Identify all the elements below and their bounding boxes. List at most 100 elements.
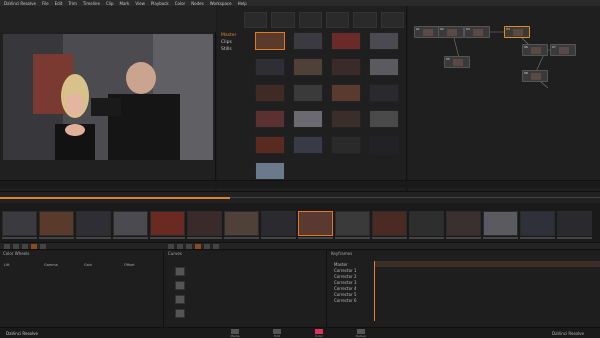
menu-item-2[interactable]: Edit bbox=[55, 1, 63, 6]
keyframe-row-6: Corrector 6 bbox=[334, 298, 357, 303]
media-tab-1[interactable] bbox=[271, 12, 295, 28]
palette-button-2[interactable] bbox=[13, 244, 19, 249]
palette-button-1[interactable] bbox=[4, 244, 10, 249]
media-clip-thumbnail bbox=[255, 32, 285, 50]
menu-item-12[interactable]: Help bbox=[238, 1, 247, 6]
media-tab-3[interactable] bbox=[325, 12, 350, 28]
menu-item-6[interactable]: Mark bbox=[120, 1, 130, 6]
curve-swatch-4[interactable] bbox=[175, 309, 185, 318]
timeline-clip-6[interactable] bbox=[224, 204, 259, 240]
curve-swatch-2[interactable] bbox=[175, 281, 185, 290]
node-2[interactable]: 02 bbox=[438, 26, 464, 38]
media-clip-10[interactable] bbox=[331, 84, 363, 110]
media-clip-11[interactable] bbox=[369, 84, 401, 110]
media-clip-12[interactable] bbox=[255, 110, 287, 136]
menu-item-10[interactable]: Nodes bbox=[191, 1, 204, 6]
node-5[interactable]: 05 bbox=[444, 56, 470, 68]
timeline-clip-0[interactable] bbox=[2, 204, 37, 240]
keyframe-row-3: Corrector 3 bbox=[334, 280, 357, 285]
media-clip-5[interactable] bbox=[293, 58, 325, 84]
timeline-clip-13[interactable] bbox=[483, 204, 518, 240]
media-tab-4[interactable] bbox=[353, 12, 377, 28]
palette-button-6[interactable] bbox=[168, 244, 174, 249]
palette-button-11[interactable] bbox=[213, 244, 219, 249]
media-tab-5[interactable] bbox=[380, 12, 404, 28]
media-clip-thumbnail bbox=[255, 110, 285, 128]
page-tab-media[interactable]: Media bbox=[228, 328, 242, 338]
page-tab-deliver[interactable]: Deliver bbox=[354, 328, 368, 338]
keyframe-playhead[interactable] bbox=[374, 261, 375, 321]
viewer-panel: ⟲ ◀◀ ◀ ■ ▶ ▶▶ ▶| 01:00:20:04 bbox=[0, 6, 216, 192]
timeline-ruler[interactable] bbox=[0, 191, 600, 203]
media-tab-0[interactable] bbox=[244, 12, 268, 28]
page-tab-edit[interactable]: Edit bbox=[270, 328, 284, 338]
media-clip-2[interactable] bbox=[331, 32, 363, 58]
media-clip-1[interactable] bbox=[293, 32, 325, 58]
palette-button-3[interactable] bbox=[22, 244, 28, 249]
page-tab-label: Edit bbox=[274, 334, 280, 338]
media-clip-6[interactable] bbox=[331, 58, 363, 84]
media-folder-1[interactable]: Clips bbox=[219, 39, 255, 46]
node-8[interactable]: 08 bbox=[522, 70, 548, 82]
node-3[interactable]: 03 bbox=[464, 26, 490, 38]
timeline-clip-3[interactable] bbox=[113, 204, 148, 240]
node-graph-panel[interactable]: 01 02 03 04 05 06 07 08 bbox=[408, 6, 600, 192]
media-clip-8[interactable] bbox=[255, 84, 287, 110]
media-clip-18[interactable] bbox=[331, 136, 363, 162]
node-7[interactable]: 07 bbox=[550, 44, 576, 56]
media-clip-13[interactable] bbox=[293, 110, 325, 136]
timeline-clip-12[interactable] bbox=[446, 204, 481, 240]
media-clip-7[interactable] bbox=[369, 58, 401, 84]
menu-item-5[interactable]: Clip bbox=[106, 1, 114, 6]
timeline-clip-7[interactable] bbox=[261, 204, 296, 240]
palette-button-4[interactable] bbox=[31, 244, 37, 249]
keyframe-row-2: Corrector 2 bbox=[334, 274, 357, 279]
menu-item-0[interactable]: DaVinci Resolve bbox=[4, 1, 36, 6]
media-clip-17[interactable] bbox=[293, 136, 325, 162]
media-tab-2[interactable] bbox=[298, 12, 322, 28]
timeline-clip-1[interactable] bbox=[39, 204, 74, 240]
viewer-image-content bbox=[3, 34, 213, 160]
media-clip-16[interactable] bbox=[255, 136, 287, 162]
timeline-clip-9[interactable] bbox=[335, 204, 370, 240]
viewer-frame[interactable] bbox=[3, 34, 213, 160]
media-clip-19[interactable] bbox=[369, 136, 401, 162]
media-clip-3[interactable] bbox=[369, 32, 401, 58]
page-tab-color[interactable]: Color bbox=[312, 328, 326, 338]
media-clip-0[interactable] bbox=[255, 32, 287, 58]
menu-item-4[interactable]: Timeline bbox=[83, 1, 100, 6]
timeline-clip-track-bar bbox=[2, 237, 37, 239]
keyframe-ruler[interactable] bbox=[374, 261, 600, 267]
menu-item-11[interactable]: Workspace bbox=[210, 1, 232, 6]
wheel-label-gain: Gain bbox=[84, 263, 93, 267]
node-1[interactable]: 01 bbox=[414, 26, 440, 38]
menu-item-1[interactable]: File bbox=[42, 1, 49, 6]
timeline-clip-2[interactable] bbox=[76, 204, 111, 240]
menu-item-8[interactable]: Playback bbox=[151, 1, 169, 6]
palette-button-9[interactable] bbox=[195, 244, 201, 249]
menu-item-9[interactable]: Color bbox=[175, 1, 185, 6]
curve-swatch-3[interactable] bbox=[175, 295, 185, 304]
timeline-clip-4[interactable] bbox=[150, 204, 185, 240]
timeline-clip-15[interactable] bbox=[557, 204, 592, 240]
media-clip-15[interactable] bbox=[369, 110, 401, 136]
palette-button-7[interactable] bbox=[177, 244, 183, 249]
timeline-clip-10[interactable] bbox=[372, 204, 407, 240]
menu-item-3[interactable]: Trim bbox=[68, 1, 77, 6]
timeline-clip-5[interactable] bbox=[187, 204, 222, 240]
media-folder-2[interactable]: Stills bbox=[219, 46, 255, 53]
node-4[interactable]: 04 bbox=[504, 26, 530, 38]
timeline-clip-8[interactable] bbox=[298, 204, 333, 240]
node-6[interactable]: 06 bbox=[522, 44, 548, 56]
media-folder-0[interactable]: Master bbox=[219, 32, 255, 39]
palette-button-10[interactable] bbox=[204, 244, 210, 249]
timeline-clip-14[interactable] bbox=[520, 204, 555, 240]
media-clip-9[interactable] bbox=[293, 84, 325, 110]
media-clip-4[interactable] bbox=[255, 58, 287, 84]
curve-swatch-1[interactable] bbox=[175, 267, 185, 276]
palette-button-8[interactable] bbox=[186, 244, 192, 249]
menu-item-7[interactable]: View bbox=[135, 1, 145, 6]
media-clip-14[interactable] bbox=[331, 110, 363, 136]
timeline-clip-11[interactable] bbox=[409, 204, 444, 240]
palette-button-5[interactable] bbox=[40, 244, 46, 249]
